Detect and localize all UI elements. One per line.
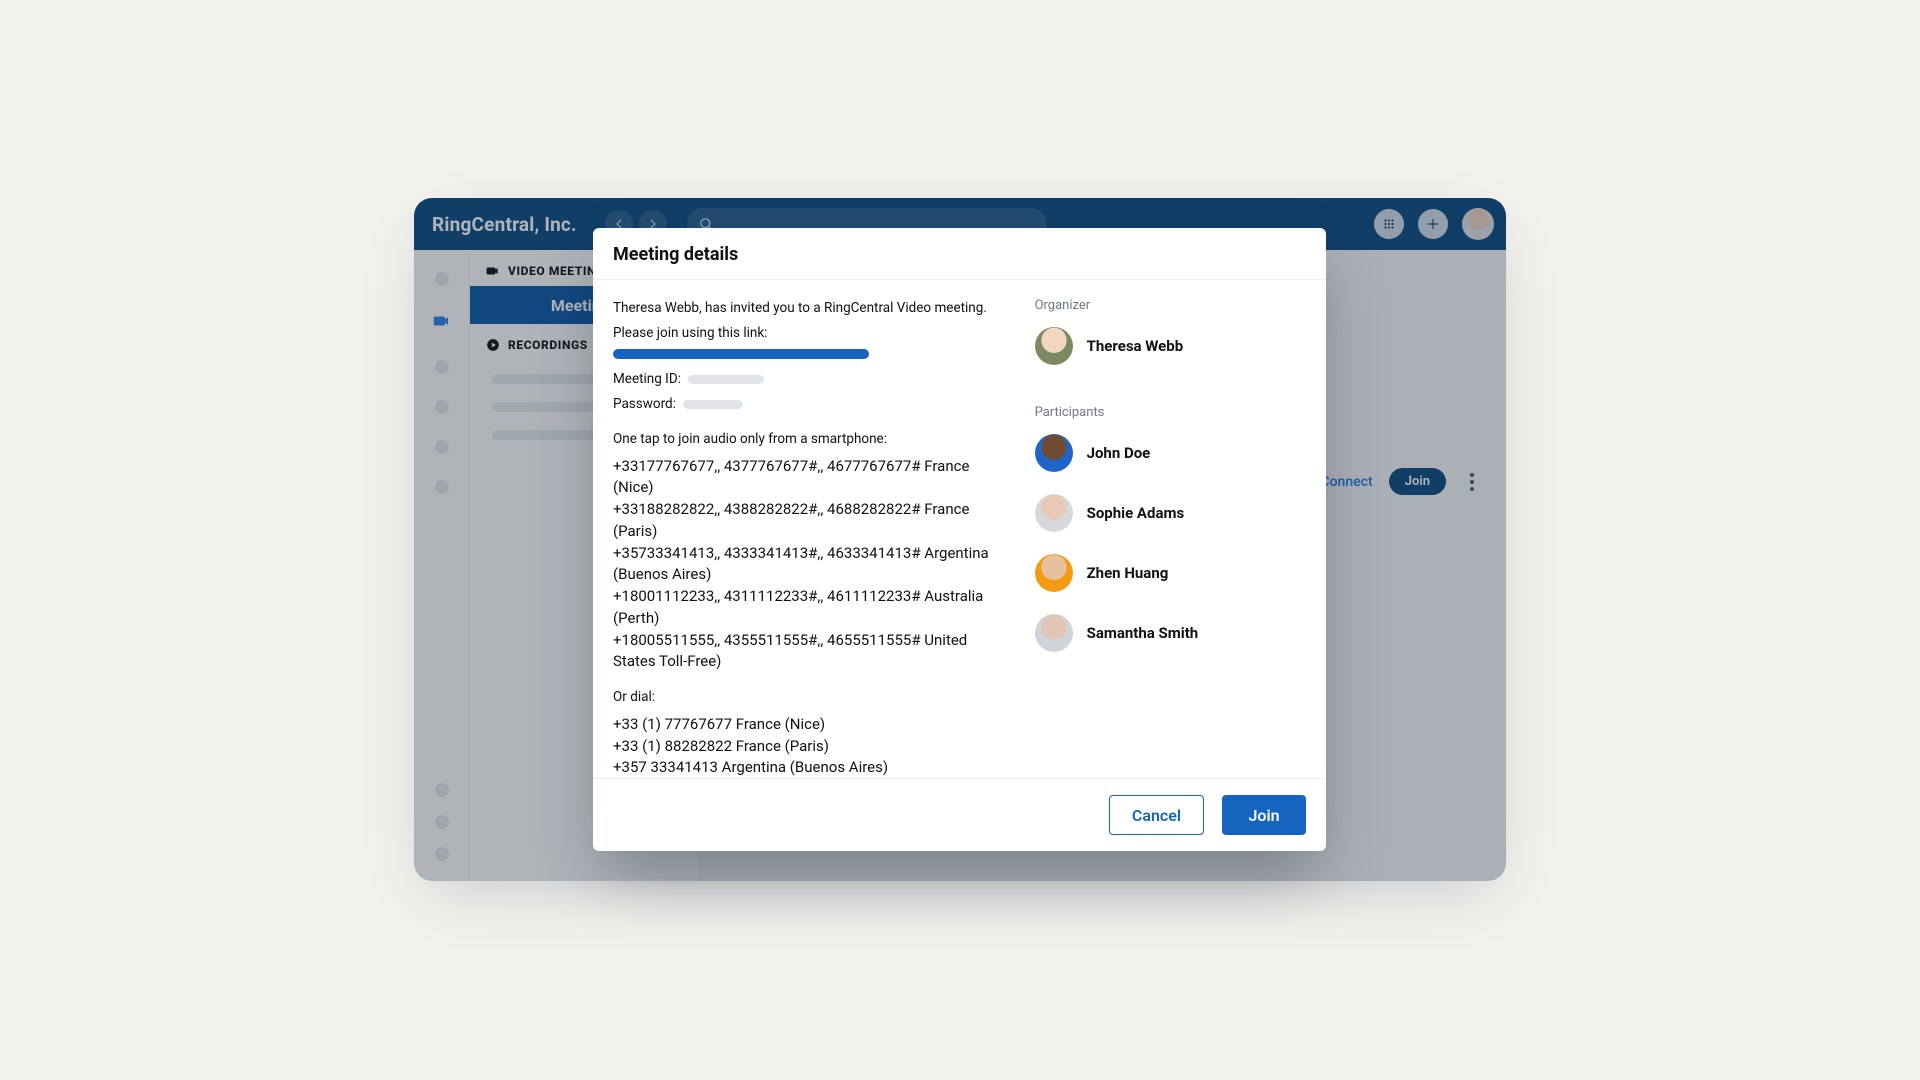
dialog-title: Meeting details	[593, 228, 1326, 280]
avatar	[1035, 434, 1073, 472]
onetap-line: +33177767677,, 4377767677#,, 4677767677#…	[613, 456, 1007, 500]
join-link-label: Please join using this link:	[613, 325, 767, 341]
organizer-label: Organizer	[1035, 298, 1306, 313]
participant-name: Samantha Smith	[1087, 624, 1199, 642]
password-redacted	[683, 400, 743, 409]
participant-name: Zhen Huang	[1087, 564, 1169, 582]
participant-row: Samantha Smith	[1035, 614, 1306, 652]
meeting-details-dialog: Meeting details Theresa Webb, has invite…	[593, 228, 1326, 851]
join-button[interactable]: Join	[1222, 795, 1306, 835]
participant-row: John Doe	[1035, 434, 1306, 472]
onetap-line: +33188282822,, 4388282822#,, 4688282822#…	[613, 499, 1007, 543]
ordial-label: Or dial:	[613, 687, 1007, 708]
onetap-line: +35733341413,, 4333341413#,, 4633341413#…	[613, 543, 1007, 587]
avatar	[1035, 554, 1073, 592]
organizer-name: Theresa Webb	[1087, 337, 1184, 355]
participant-row: Zhen Huang	[1035, 554, 1306, 592]
onetap-lines: +33177767677,, 4377767677#,, 4677767677#…	[613, 456, 1007, 674]
dial-line: +33 (1) 88282822 France (Paris)	[613, 736, 1007, 758]
organizer-row: Theresa Webb	[1035, 327, 1306, 365]
avatar	[1035, 614, 1073, 652]
invite-line: Theresa Webb, has invited you to a RingC…	[613, 298, 1007, 319]
onetap-line: +18005511555,, 4355511555#,, 4655511555#…	[613, 630, 1007, 674]
participant-name: John Doe	[1087, 444, 1151, 462]
avatar	[1035, 494, 1073, 532]
onetap-line: +18001112233,, 4311112233#,, 4611112233#…	[613, 586, 1007, 630]
participant-row: Sophie Adams	[1035, 494, 1306, 532]
password-label: Password:	[613, 396, 676, 412]
onetap-label: One tap to join audio only from a smartp…	[613, 429, 1007, 450]
dial-lines: +33 (1) 77767677 France (Nice) +33 (1) 8…	[613, 714, 1007, 778]
avatar	[1035, 327, 1073, 365]
participant-name: Sophie Adams	[1087, 504, 1185, 522]
dial-line: +357 33341413 Argentina (Buenos Aires)	[613, 757, 1007, 778]
meeting-id-label: Meeting ID:	[613, 371, 681, 387]
dial-line: +33 (1) 77767677 France (Nice)	[613, 714, 1007, 736]
join-link-redacted[interactable]	[613, 349, 869, 359]
meeting-id-redacted	[688, 375, 764, 384]
cancel-button[interactable]: Cancel	[1109, 795, 1204, 835]
participants-label: Participants	[1035, 405, 1306, 420]
